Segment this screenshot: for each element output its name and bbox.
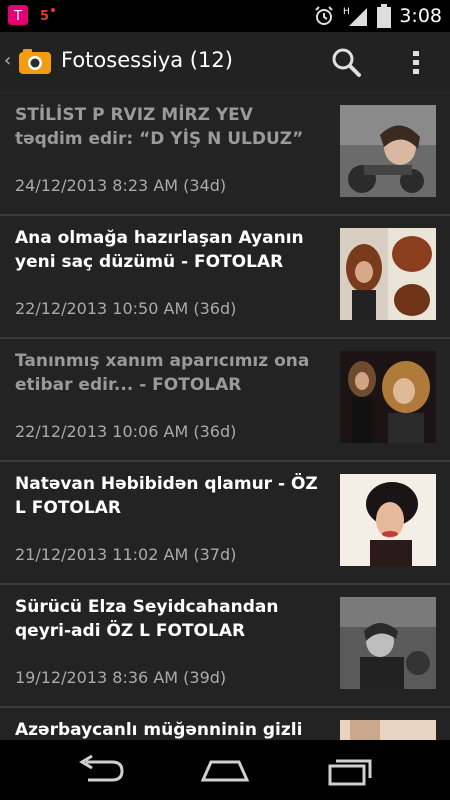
alarm-icon	[315, 6, 334, 25]
signal-icon: H	[343, 7, 368, 26]
article-thumbnail	[340, 720, 436, 740]
article-thumbnail	[340, 228, 436, 320]
article-thumbnail	[340, 474, 436, 566]
article-title: Natəvan Həbibidən qlamur - ÖZ L FOTOLAR	[15, 474, 318, 518]
tmobile-notification-icon: T	[8, 5, 28, 25]
article-date: 22/12/2013 10:06 AM (36d)	[15, 422, 237, 441]
status-bar: T 5 H 3:08	[0, 0, 450, 32]
status-clock: 3:08	[399, 5, 442, 27]
article-row[interactable]: Sürücü Elza Seyidcahandan qeyri-adi ÖZ L…	[0, 585, 450, 708]
app-notification-icon: 5	[40, 8, 55, 24]
article-date: 22/12/2013 10:50 AM (36d)	[15, 299, 237, 318]
navigation-bar	[0, 740, 450, 800]
search-icon[interactable]	[328, 44, 364, 80]
svg-text:H: H	[343, 7, 350, 17]
article-title: Azərbaycanlı müğənninin gizli toy	[15, 720, 303, 740]
article-date: 19/12/2013 8:36 AM (39d)	[15, 668, 227, 687]
camera-app-icon[interactable]	[18, 46, 52, 76]
up-caret-icon[interactable]: ‹	[4, 50, 11, 71]
action-bar: ‹ Fotosessiya (12)	[0, 32, 450, 93]
svg-text:T: T	[13, 9, 22, 24]
article-thumbnail	[340, 351, 436, 443]
article-title: STİLİST P RVIZ MİRZ YEV təqdim edir: “D …	[15, 105, 304, 149]
screen-title: Fotosessiya (12)	[61, 48, 233, 72]
article-title: Ana olmağa hazırlaşan Ayanın yeni saç dü…	[15, 228, 304, 272]
article-thumbnail	[340, 105, 436, 197]
article-row[interactable]: STİLİST P RVIZ MİRZ YEV təqdim edir: “D …	[0, 93, 450, 216]
back-icon[interactable]	[72, 754, 128, 788]
home-icon[interactable]	[197, 754, 253, 788]
article-row[interactable]: Azərbaycanlı müğənninin gizli toy	[0, 708, 450, 740]
article-thumbnail	[340, 597, 436, 689]
article-row[interactable]: Tanınmış xanım aparıcımız ona etibar edi…	[0, 339, 450, 462]
article-title: Tanınmış xanım aparıcımız ona etibar edi…	[15, 351, 310, 395]
article-row[interactable]: Ana olmağa hazırlaşan Ayanın yeni saç dü…	[0, 216, 450, 339]
recent-apps-icon[interactable]	[322, 754, 378, 788]
battery-icon	[377, 4, 392, 28]
article-title: Sürücü Elza Seyidcahandan qeyri-adi ÖZ L…	[15, 597, 279, 641]
overflow-menu-icon[interactable]	[398, 44, 434, 80]
article-date: 21/12/2013 11:02 AM (37d)	[15, 545, 237, 564]
article-date: 24/12/2013 8:23 AM (34d)	[15, 176, 227, 195]
article-row[interactable]: Natəvan Həbibidən qlamur - ÖZ L FOTOLAR …	[0, 462, 450, 585]
article-list: STİLİST P RVIZ MİRZ YEV təqdim edir: “D …	[0, 93, 450, 740]
svg-text:5: 5	[40, 9, 49, 24]
